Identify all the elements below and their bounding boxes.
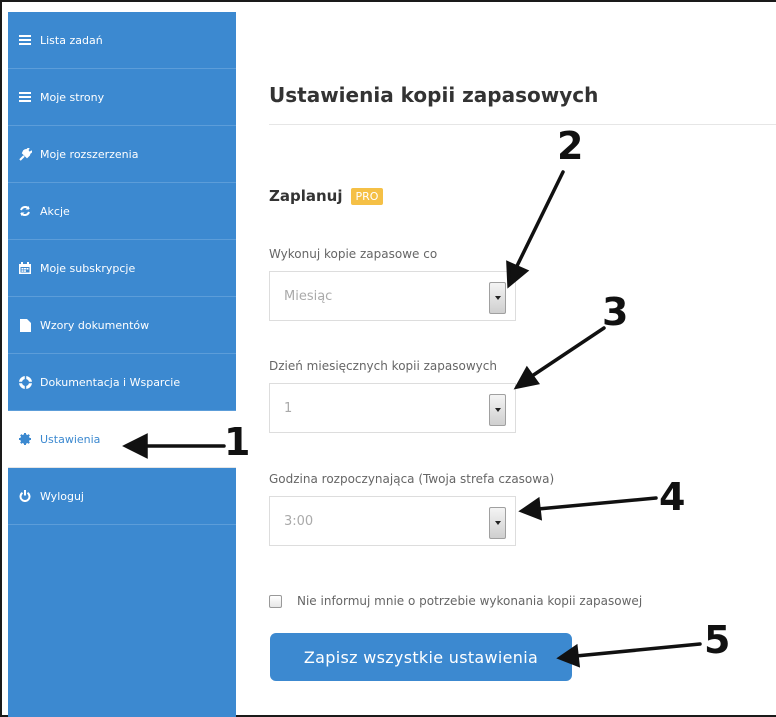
chevron-down-icon (494, 521, 501, 525)
sidebar-item-label: Moje strony (40, 90, 105, 104)
main-content: Ustawienia kopii zapasowych Zaplanuj PRO… (236, 12, 776, 717)
notification-checkbox-label: Nie informuj mnie o potrzebie wykonania … (297, 594, 643, 608)
sidebar-item-my-sites[interactable]: Moje strony (8, 69, 236, 126)
sidebar-item-label: Akcje (40, 204, 70, 218)
sidebar-item-label: Moje rozszerzenia (40, 147, 139, 161)
sidebar-item-documentation-support[interactable]: Dokumentacja i Wsparcie (8, 354, 236, 411)
notification-checkbox[interactable] (269, 594, 282, 608)
sidebar-item-label: Ustawienia (40, 432, 101, 446)
section-title: Zaplanuj PRO (269, 187, 384, 205)
annotation-number-3: 3 (602, 290, 629, 334)
sidebar-item-label: Moje subskrypcje (40, 261, 136, 275)
title-divider (269, 124, 776, 125)
sidebar-item-task-list[interactable]: Lista zadań (8, 12, 236, 69)
chevron-down-icon (494, 296, 501, 300)
sidebar-item-subscriptions[interactable]: Moje subskrypcje (8, 240, 236, 297)
notification-checkbox-row: Nie informuj mnie o potrzebie wykonania … (269, 594, 642, 608)
frequency-label: Wykonuj kopie zapasowe co (269, 247, 438, 261)
sidebar-item-label: Wyloguj (40, 489, 84, 503)
annotation-number-2: 2 (557, 124, 584, 168)
day-value: 1 (284, 401, 293, 416)
calendar-icon (18, 261, 32, 275)
sidebar-item-settings[interactable]: Ustawienia (8, 411, 236, 468)
sidebar-item-label: Lista zadań (40, 33, 103, 47)
chevron-down-icon (494, 408, 501, 412)
document-icon (18, 318, 32, 332)
sidebar-item-actions[interactable]: Akcje (8, 183, 236, 240)
save-all-button[interactable]: Zapisz wszystkie ustawienia (270, 633, 572, 681)
sidebar-item-label: Wzory dokumentów (40, 318, 150, 332)
sidebar-item-label: Dokumentacja i Wsparcie (40, 375, 181, 389)
section-title-text: Zaplanuj (269, 187, 343, 205)
list-icon (18, 33, 32, 47)
plug-icon (18, 147, 32, 161)
refresh-icon (18, 204, 32, 218)
sidebar-item-logout[interactable]: Wyloguj (8, 468, 236, 525)
pro-badge: PRO (350, 187, 384, 205)
list-icon (18, 90, 32, 104)
sidebar-item-extensions[interactable]: Moje rozszerzenia (8, 126, 236, 183)
annotation-number-4: 4 (659, 475, 686, 519)
annotation-number-1: 1 (224, 420, 251, 464)
sidebar: Lista zadań Moje strony Moje rozszerzeni… (8, 12, 236, 717)
lifebuoy-icon (18, 375, 32, 389)
hour-value: 3:00 (284, 514, 314, 529)
frequency-value: Miesiąc (284, 289, 333, 304)
day-select[interactable]: 1 (269, 383, 516, 433)
hour-dropdown-button[interactable] (489, 507, 506, 539)
frequency-dropdown-button[interactable] (489, 282, 506, 314)
hour-label: Godzina rozpoczynająca (Twoja strefa cza… (269, 472, 555, 486)
sidebar-item-document-templates[interactable]: Wzory dokumentów (8, 297, 236, 354)
gear-icon (18, 432, 32, 446)
annotation-number-5: 5 (704, 618, 731, 662)
day-dropdown-button[interactable] (489, 394, 506, 426)
day-label: Dzień miesięcznych kopii zapasowych (269, 359, 497, 373)
power-icon (18, 489, 32, 503)
hour-select[interactable]: 3:00 (269, 496, 516, 546)
page-title: Ustawienia kopii zapasowych (269, 83, 599, 107)
frequency-select[interactable]: Miesiąc (269, 271, 516, 321)
